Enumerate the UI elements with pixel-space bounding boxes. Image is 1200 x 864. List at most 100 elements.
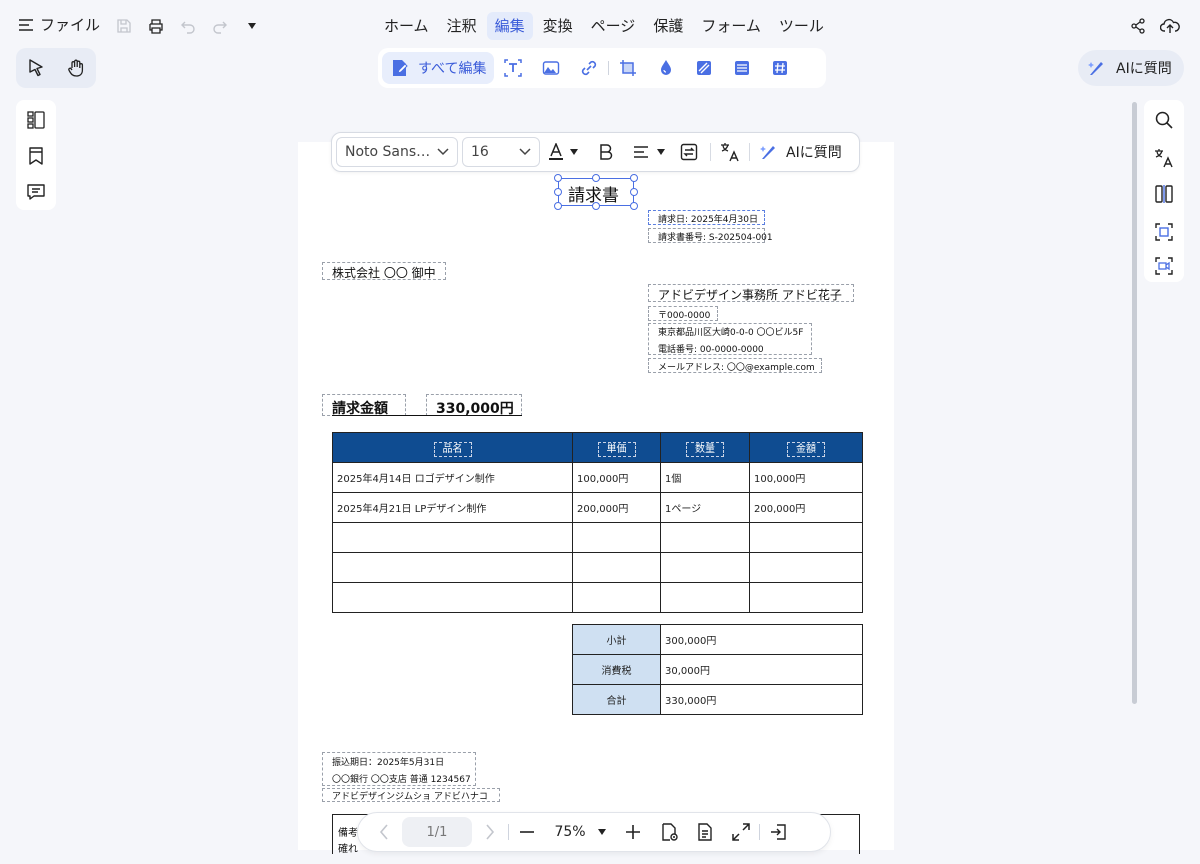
zoom-out-button[interactable] — [509, 817, 545, 847]
unit-price-cell[interactable]: 200,000円 — [572, 492, 661, 523]
font-color-button[interactable] — [540, 137, 586, 167]
recipient-name: 株式会社 〇〇 御中 — [332, 266, 436, 280]
view-mode-button[interactable] — [651, 817, 687, 847]
header-footer-icon[interactable] — [723, 52, 761, 84]
total-value[interactable]: 330,000円 — [660, 684, 863, 715]
hand-icon[interactable] — [67, 59, 85, 77]
comment-icon[interactable] — [26, 182, 46, 202]
empty-cell[interactable] — [332, 522, 573, 553]
select-cursor-icon[interactable] — [28, 59, 44, 77]
zoom-select[interactable]: 75% — [545, 824, 615, 840]
compare-icon[interactable] — [1154, 184, 1174, 204]
resize-handle[interactable] — [630, 202, 638, 210]
add-image-icon[interactable] — [532, 52, 570, 84]
amount-cell[interactable]: 200,000円 — [749, 492, 863, 523]
empty-cell[interactable] — [572, 582, 661, 613]
add-link-icon[interactable] — [570, 52, 608, 84]
print-icon[interactable] — [146, 16, 166, 36]
crop-icon[interactable] — [609, 52, 647, 84]
table-row: 消費税 30,000円 — [572, 654, 863, 685]
amount-cell[interactable]: 100,000円 — [749, 462, 863, 493]
prev-page-button[interactable] — [366, 817, 402, 847]
tab-annotate[interactable]: 注釈 — [439, 12, 485, 40]
ask-ai-button[interactable]: AIに質問 — [1078, 50, 1184, 86]
fit-screen-button[interactable] — [723, 817, 759, 847]
zoom-in-button[interactable] — [615, 817, 651, 847]
resize-handle[interactable] — [554, 202, 562, 210]
empty-cell[interactable] — [332, 552, 573, 583]
tab-page[interactable]: ページ — [583, 12, 644, 40]
undo-icon[interactable] — [178, 16, 198, 36]
align-button[interactable] — [626, 137, 672, 167]
translate-icon[interactable] — [1154, 148, 1174, 168]
empty-cell[interactable] — [572, 552, 661, 583]
vertical-scrollbar[interactable] — [1132, 102, 1137, 704]
page-indicator[interactable]: 1/1 — [402, 817, 472, 847]
total-label[interactable]: 合計 — [572, 684, 661, 715]
quantity-cell[interactable]: 1ページ — [660, 492, 750, 523]
resize-handle[interactable] — [554, 174, 562, 182]
empty-cell[interactable] — [749, 552, 863, 583]
redo-icon[interactable] — [210, 16, 230, 36]
screen-record-icon[interactable] — [1154, 256, 1174, 276]
items-table: 品名 単価 数量 金額 2025年4月14日 ロゴデザイン制作 100,000円… — [332, 432, 863, 613]
chevron-down-icon[interactable] — [242, 16, 262, 36]
hamburger-icon — [18, 18, 34, 32]
font-size-select[interactable]: 16 — [462, 137, 540, 167]
text-ask-ai-button[interactable]: AIに質問 — [754, 137, 848, 167]
font-family-select[interactable]: Noto Sans… — [336, 137, 458, 167]
replace-button[interactable] — [672, 137, 706, 167]
next-page-button[interactable] — [472, 817, 508, 847]
empty-cell[interactable] — [660, 552, 750, 583]
file-menu[interactable]: ファイル — [18, 14, 100, 35]
tab-protect[interactable]: 保護 — [645, 12, 691, 40]
item-name-cell[interactable]: 2025年4月21日 LPデザイン制作 — [332, 492, 573, 523]
tab-convert[interactable]: 変換 — [535, 12, 581, 40]
cloud-upload-icon[interactable] — [1160, 16, 1180, 36]
background-icon[interactable] — [685, 52, 723, 84]
share-icon[interactable] — [1128, 16, 1148, 36]
chevron-down-icon — [437, 148, 449, 156]
tab-home[interactable]: ホーム — [376, 12, 437, 40]
bookmark-icon[interactable] — [26, 146, 46, 166]
edit-all-button[interactable]: すべて編集 — [382, 52, 495, 84]
empty-cell[interactable] — [332, 582, 573, 613]
resize-handle[interactable] — [554, 188, 562, 196]
top-bar: ファイル ホーム 注釈 編集 変換 ページ 保護 フォーム ツール — [0, 0, 1200, 52]
add-text-icon[interactable] — [494, 52, 532, 84]
tax-label[interactable]: 消費税 — [572, 654, 661, 685]
sender-address: 東京都品川区大崎0-0-0 〇〇ビル5F — [658, 328, 804, 338]
collapse-button[interactable] — [760, 817, 796, 847]
tab-edit[interactable]: 編集 — [486, 12, 533, 40]
resize-handle[interactable] — [630, 174, 638, 182]
save-icon[interactable] — [114, 16, 134, 36]
text-ask-ai-label: AIに質問 — [786, 145, 842, 161]
bold-button[interactable] — [586, 137, 626, 167]
subtotal-value[interactable]: 300,000円 — [660, 624, 863, 655]
payment-due: 振込期日：2025年5月31日 — [332, 758, 445, 768]
translate-button[interactable] — [715, 137, 745, 167]
tab-tools[interactable]: ツール — [771, 12, 832, 40]
empty-cell[interactable] — [572, 522, 661, 553]
quantity-cell[interactable]: 1個 — [660, 462, 750, 493]
empty-cell[interactable] — [749, 522, 863, 553]
empty-cell[interactable] — [660, 582, 750, 613]
left-side-panel — [16, 100, 56, 210]
page-layout-button[interactable] — [687, 817, 723, 847]
resize-handle[interactable] — [592, 202, 600, 210]
document-page: 請求書 請求日: 2025年4月30日 請求書番号: S-202504-001 … — [298, 142, 894, 855]
item-name-cell[interactable]: 2025年4月14日 ロゴデザイン制作 — [332, 462, 573, 493]
tab-form[interactable]: フォーム — [693, 12, 769, 40]
screenshot-icon[interactable] — [1154, 222, 1174, 242]
empty-cell[interactable] — [660, 522, 750, 553]
search-icon[interactable] — [1154, 110, 1174, 130]
resize-handle[interactable] — [592, 174, 600, 182]
watermark-icon[interactable] — [647, 52, 685, 84]
bates-number-icon[interactable] — [761, 52, 799, 84]
tax-value[interactable]: 30,000円 — [660, 654, 863, 685]
unit-price-cell[interactable]: 100,000円 — [572, 462, 661, 493]
empty-cell[interactable] — [749, 582, 863, 613]
resize-handle[interactable] — [630, 188, 638, 196]
subtotal-label[interactable]: 小計 — [572, 624, 661, 655]
thumbnails-icon[interactable] — [26, 110, 46, 130]
